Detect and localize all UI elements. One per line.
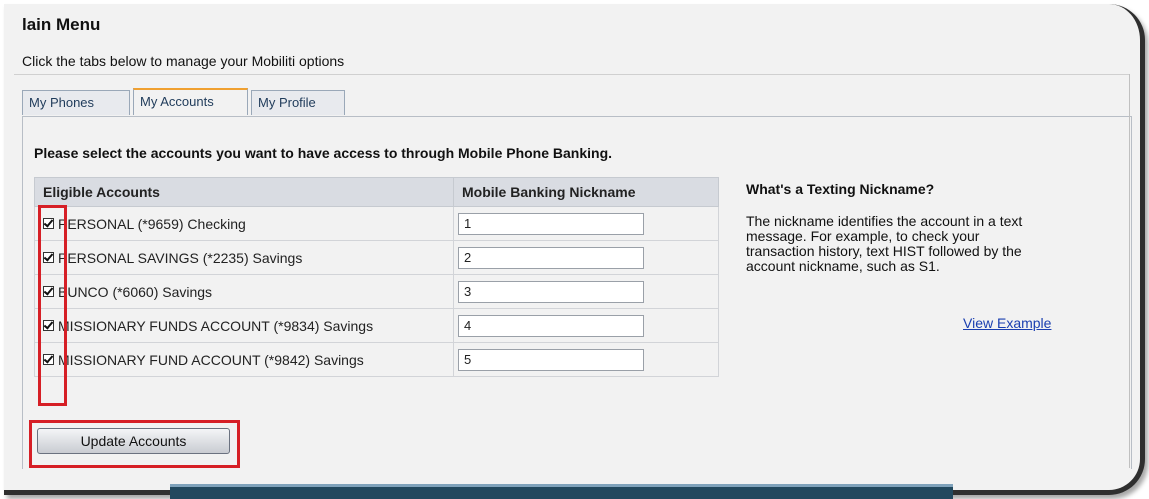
table-row: MISSIONARY FUND ACCOUNT (*9842) Savings bbox=[34, 342, 719, 377]
view-example-link[interactable]: View Example bbox=[963, 315, 1051, 331]
account-label: PERSONAL (*9659) Checking bbox=[58, 215, 246, 232]
page-title: lain Menu bbox=[22, 15, 101, 34]
nickname-help-title: What's a Texting Nickname? bbox=[746, 181, 935, 197]
column-header-eligible: Eligible Accounts bbox=[34, 177, 454, 207]
nickname-input[interactable] bbox=[458, 280, 644, 303]
nickname-input[interactable] bbox=[458, 348, 644, 371]
table-row: PERSONAL (*9659) Checking bbox=[34, 206, 719, 241]
update-accounts-button[interactable]: Update Accounts bbox=[37, 428, 230, 454]
nickname-help-text: The nickname identifies the account in a… bbox=[746, 213, 1023, 274]
nickname-cell bbox=[453, 240, 719, 275]
nickname-cell bbox=[453, 206, 719, 241]
account-label: BUNCO (*6060) Savings bbox=[58, 283, 213, 300]
page-subtitle: Click the tabs below to manage your Mobi… bbox=[22, 53, 345, 69]
table-header-row: Eligible Accounts Mobile Banking Nicknam… bbox=[34, 177, 719, 207]
nickname-cell bbox=[453, 274, 719, 309]
account-cell: MISSIONARY FUND ACCOUNT (*9842) Savings bbox=[34, 342, 454, 377]
account-cell: BUNCO (*6060) Savings bbox=[34, 274, 454, 309]
table-row: PERSONAL SAVINGS (*2235) Savings bbox=[34, 240, 719, 275]
column-header-nickname: Mobile Banking Nickname bbox=[453, 177, 719, 207]
nickname-input[interactable] bbox=[458, 314, 644, 337]
table-row: MISSIONARY FUNDS ACCOUNT (*9834) Savings bbox=[34, 308, 719, 343]
account-cell: PERSONAL (*9659) Checking bbox=[34, 206, 454, 241]
tab-my-phones[interactable]: My Phones bbox=[22, 90, 130, 115]
nickname-cell bbox=[453, 308, 719, 343]
account-label: PERSONAL SAVINGS (*2235) Savings bbox=[58, 249, 303, 266]
table-row: BUNCO (*6060) Savings bbox=[34, 274, 719, 309]
account-cell: PERSONAL SAVINGS (*2235) Savings bbox=[34, 240, 454, 275]
nickname-input[interactable] bbox=[458, 246, 644, 269]
tab-my-accounts[interactable]: My Accounts bbox=[133, 88, 248, 115]
account-label: MISSIONARY FUNDS ACCOUNT (*9834) Savings bbox=[58, 317, 374, 334]
nickname-input[interactable] bbox=[458, 212, 644, 235]
bottom-bar bbox=[170, 484, 953, 499]
accounts-table: Eligible Accounts Mobile Banking Nicknam… bbox=[34, 177, 719, 377]
nickname-cell bbox=[453, 342, 719, 377]
account-cell: MISSIONARY FUNDS ACCOUNT (*9834) Savings bbox=[34, 308, 454, 343]
checkbox-highlight-box bbox=[38, 205, 67, 406]
instruction-text: Please select the accounts you want to h… bbox=[34, 145, 613, 161]
account-label: MISSIONARY FUND ACCOUNT (*9842) Savings bbox=[58, 351, 364, 368]
divider bbox=[14, 74, 1130, 75]
panel-edge bbox=[1129, 74, 1130, 468]
tab-my-profile[interactable]: My Profile bbox=[251, 90, 345, 115]
